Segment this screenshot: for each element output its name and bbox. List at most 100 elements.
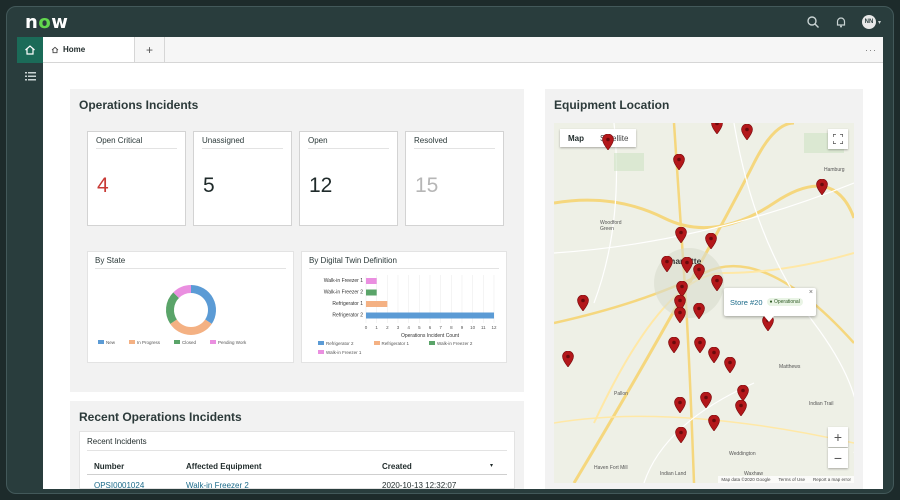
equipment-map[interactable]: Charlotte Woodford Green Hamburg Matthew… xyxy=(554,123,854,483)
column-header-number[interactable]: Number xyxy=(94,462,124,471)
store-info-window[interactable]: Store #20 ● Operational × xyxy=(724,288,816,316)
category-label: Walk-in Freezer 1 xyxy=(324,278,363,284)
list-nav-button[interactable] xyxy=(17,63,43,89)
map-marker-icon[interactable] xyxy=(668,337,680,353)
x-tick-label: 11 xyxy=(481,325,486,330)
map-marker-icon[interactable] xyxy=(674,397,686,413)
column-header-created[interactable]: Created xyxy=(382,462,412,471)
fullscreen-button[interactable] xyxy=(828,129,848,149)
x-tick-label: 9 xyxy=(461,325,464,330)
affected-equipment-link[interactable]: Walk-in Freezer 2 xyxy=(186,481,249,490)
zoom-out-button[interactable]: − xyxy=(828,448,848,468)
column-header-affected-equipment[interactable]: Affected Equipment xyxy=(186,462,262,471)
recent-incidents-title: Recent Operations Incidents xyxy=(79,410,242,424)
chevron-down-icon[interactable]: ▾ xyxy=(878,19,881,26)
by-digital-twin-legend-2: Walk-in Freezer 1 xyxy=(318,350,361,355)
x-tick-label: 1 xyxy=(375,325,378,330)
card-label: Open xyxy=(308,136,328,145)
map-marker-icon[interactable] xyxy=(711,275,723,291)
map-marker-icon[interactable] xyxy=(737,385,749,401)
map-marker-icon[interactable] xyxy=(816,179,828,195)
terms-link[interactable]: Terms of Use xyxy=(778,477,805,482)
dashboard-content: Operations Incidents Open Critical 4 Una… xyxy=(43,63,883,490)
legend-item-refrigerator-1[interactable]: Refrigerator 1 xyxy=(373,341,409,346)
map-marker-icon[interactable] xyxy=(741,124,753,140)
x-tick-label: 7 xyxy=(439,325,442,330)
bar-walk-in-freezer-2[interactable] xyxy=(366,289,377,296)
unassigned-card[interactable]: Unassigned 5 xyxy=(193,131,292,226)
legend-item-walk-in-freezer-2[interactable]: Walk-in Freezer 2 xyxy=(429,341,472,346)
legend-item-pending-work[interactable]: Pending Work xyxy=(210,340,246,345)
equipment-location-title: Equipment Location xyxy=(554,98,670,112)
map-marker-icon[interactable] xyxy=(674,307,686,323)
map-marker-icon[interactable] xyxy=(577,295,589,311)
legend-item-in-progress[interactable]: In Progress xyxy=(129,340,160,345)
map-marker-icon[interactable] xyxy=(705,233,717,249)
home-nav-button[interactable] xyxy=(17,37,43,63)
x-tick-label: 12 xyxy=(491,325,497,330)
legend-item-walk-in-freezer-1[interactable]: Walk-in Freezer 1 xyxy=(318,350,361,355)
close-icon[interactable]: × xyxy=(809,289,813,296)
place-label: Haven Fort Mill xyxy=(594,465,628,471)
map-marker-icon[interactable] xyxy=(675,227,687,243)
donut-slice-closed[interactable] xyxy=(166,292,180,324)
bar-refrigerator-2[interactable] xyxy=(366,312,494,319)
map-marker-icon[interactable] xyxy=(708,415,720,431)
app-frame: now NN ▾ Home + ··· Operations Incidents… xyxy=(6,6,894,494)
sort-caret-icon[interactable]: ▾ xyxy=(490,462,493,469)
status-badge: ● Operational xyxy=(766,298,803,306)
now-logo[interactable]: now xyxy=(25,12,68,33)
list-icon xyxy=(24,71,36,80)
donut-slice-in-progress[interactable] xyxy=(170,319,212,335)
card-value: 15 xyxy=(415,174,439,197)
map-marker-icon[interactable] xyxy=(562,351,574,367)
report-map-error-link[interactable]: Report a map error xyxy=(813,477,851,482)
incident-number-link[interactable]: OPSI0001024 xyxy=(94,481,144,490)
tab-home[interactable]: Home xyxy=(43,37,135,62)
search-icon[interactable] xyxy=(806,15,820,29)
bar-walk-in-freezer-1[interactable] xyxy=(366,278,377,284)
place-label: Woodford Green xyxy=(600,220,622,232)
map-marker-icon[interactable] xyxy=(700,392,712,408)
map-marker-icon[interactable] xyxy=(711,123,723,134)
satellite-view-button[interactable]: Satellite xyxy=(592,129,636,147)
map-marker-icon[interactable] xyxy=(681,257,693,273)
bell-icon[interactable] xyxy=(834,15,848,29)
open-critical-card[interactable]: Open Critical 4 xyxy=(87,131,186,226)
bar-refrigerator-1[interactable] xyxy=(366,301,388,307)
legend-item-closed[interactable]: Closed xyxy=(174,340,196,345)
donut-slice-pending-work[interactable] xyxy=(173,285,192,299)
top-bar: now NN ▾ xyxy=(7,7,893,37)
map-marker-icon[interactable] xyxy=(694,337,706,353)
by-state-chart: By State New In Progress Closed Pending … xyxy=(87,251,294,363)
map-marker-icon[interactable] xyxy=(602,134,614,150)
card-label: Unassigned xyxy=(202,136,245,145)
avatar[interactable]: NN xyxy=(861,15,876,29)
place-label: Weddington xyxy=(729,451,756,457)
resolved-card[interactable]: Resolved 15 xyxy=(405,131,504,226)
zoom-in-button[interactable]: + xyxy=(828,427,848,447)
table-row[interactable]: OPSI0001024 Walk-in Freezer 2 2020-10-13… xyxy=(80,477,516,490)
x-tick-label: 2 xyxy=(386,325,389,330)
add-tab-button[interactable]: + xyxy=(135,37,165,62)
open-card[interactable]: Open 12 xyxy=(299,131,398,226)
store-name[interactable]: Store #20 xyxy=(730,298,763,307)
info-window-pointer xyxy=(764,316,774,322)
map-marker-icon[interactable] xyxy=(708,347,720,363)
x-tick-label: 4 xyxy=(407,325,410,330)
legend-item-refrigerator-2[interactable]: Refrigerator 2 xyxy=(318,341,354,346)
map-attribution: Map data ©2020 Google Terms of Use Repor… xyxy=(718,476,854,483)
x-tick-label: 10 xyxy=(470,325,476,330)
map-marker-icon[interactable] xyxy=(661,256,673,272)
map-view-button[interactable]: Map xyxy=(560,129,592,147)
map-marker-icon[interactable] xyxy=(693,303,705,319)
map-marker-icon[interactable] xyxy=(675,427,687,443)
legend-item-new[interactable]: New xyxy=(98,340,115,345)
map-marker-icon[interactable] xyxy=(673,154,685,170)
map-marker-icon[interactable] xyxy=(724,357,736,373)
map-marker-icon[interactable] xyxy=(693,264,705,280)
map-marker-icon[interactable] xyxy=(735,400,747,416)
by-state-title: By State xyxy=(95,256,126,265)
more-options-button[interactable]: ··· xyxy=(859,37,883,62)
donut-slice-new[interactable] xyxy=(190,285,216,324)
